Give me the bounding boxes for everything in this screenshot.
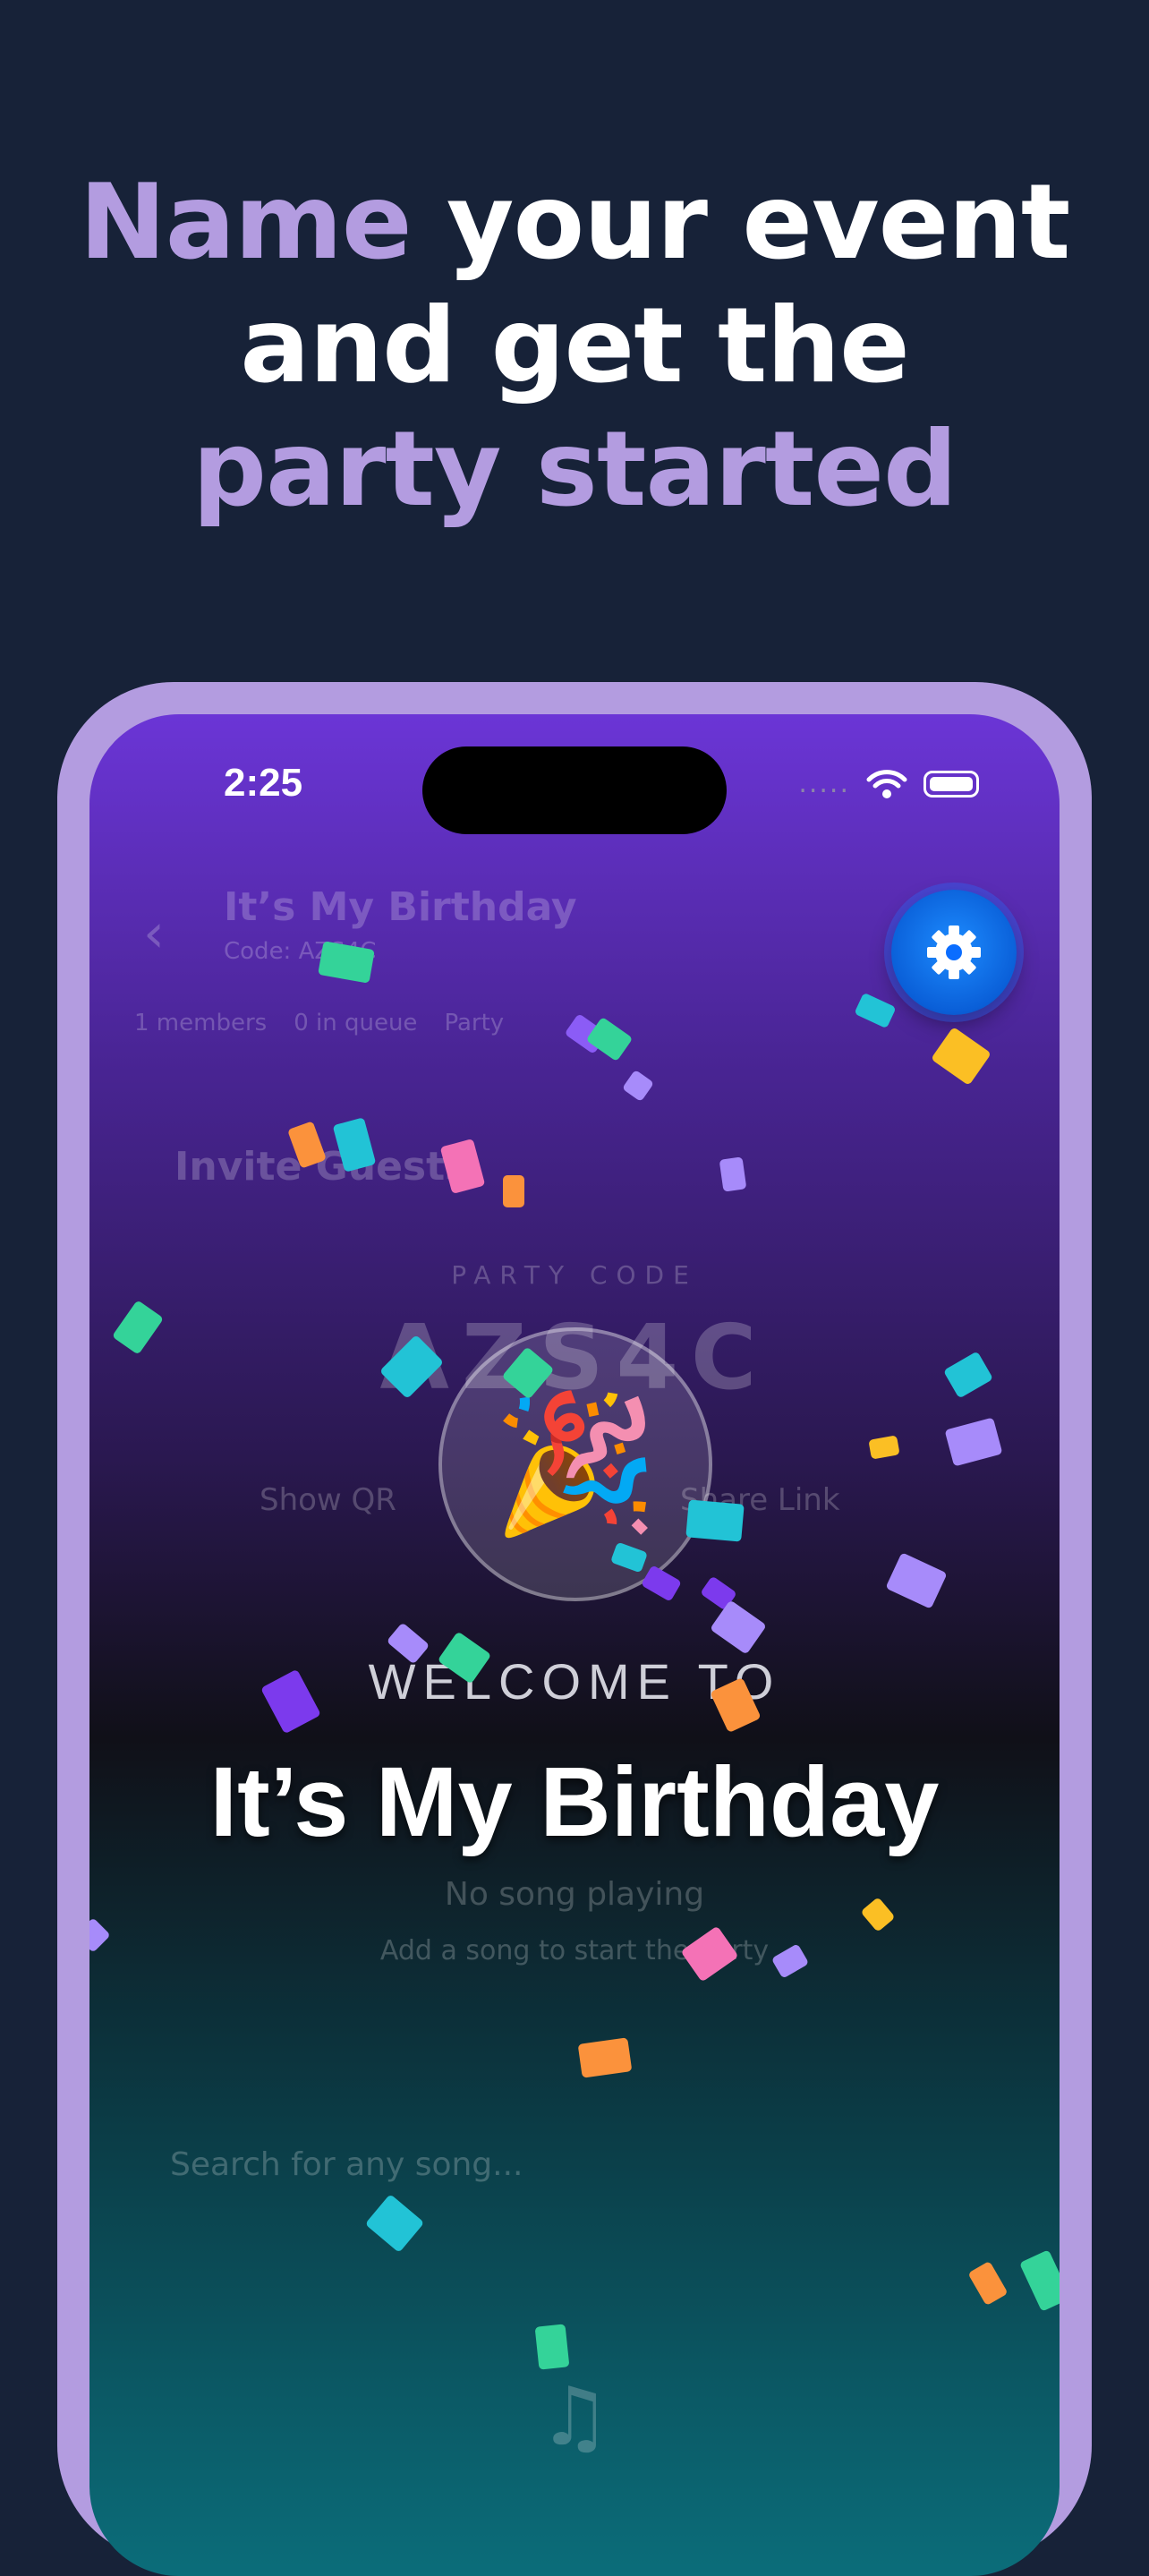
headline-line-1: Name your event [0,161,1149,285]
party-code-label: PARTY CODE [451,1260,698,1290]
headline-accent-name: Name [79,162,413,283]
confetti-piece [503,1175,524,1207]
marketing-headline: Name your event and get the party starte… [0,161,1149,532]
event-name: It’s My Birthday [209,1747,940,1857]
no-song-text: No song playing [444,1876,705,1913]
confetti-piece [534,2324,570,2370]
search-input[interactable]: Search for any song... [170,2146,523,2183]
party-meta: 1 members 0 in queue Party [134,1010,504,1036]
gear-icon [927,925,981,979]
no-song-subtext: Add a song to start the party [379,1935,770,1966]
back-button[interactable]: ‹ [143,902,165,965]
party-label: Party [444,1010,505,1036]
headline-line-1-rest: your event [411,162,1070,283]
headline-accent-party: party started [192,409,958,530]
members-count: 1 members [134,1010,268,1036]
party-popper-badge: 🎉 [438,1327,712,1601]
confetti-piece [685,1499,745,1542]
show-qr-button[interactable]: Show QR [260,1482,396,1518]
welcome-label: WELCOME TO [368,1653,781,1710]
confetti-piece [577,2037,633,2078]
headline-line-2: and get the [240,286,910,406]
party-popper-icon: 🎉 [491,1386,660,1542]
confetti-piece [719,1156,747,1192]
queue-count: 0 in queue [294,1010,418,1036]
phone-screen: 2:25 ..... ‹ It’s My Birthday Code: AZS4… [89,714,1060,2576]
music-note-icon: ♫ [538,2370,611,2464]
settings-button[interactable] [891,890,1017,1015]
party-title: It’s My Birthday [224,884,577,930]
